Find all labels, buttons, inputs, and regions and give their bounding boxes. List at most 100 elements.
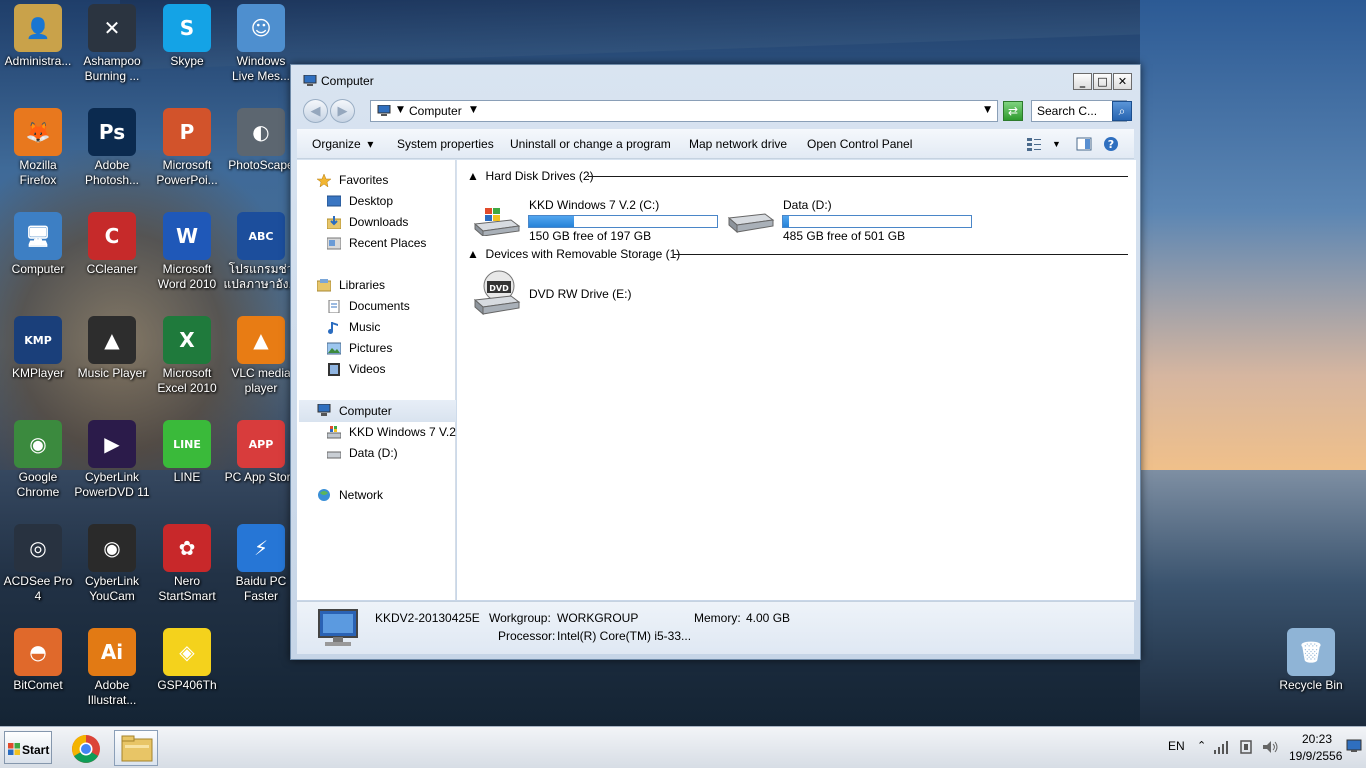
address-dropdown-icon[interactable]: ▼ [984, 105, 991, 115]
desktop-icon-item[interactable]: ✕ Ashampoo Burning ... [74, 4, 150, 84]
nav-downloads[interactable]: Downloads [327, 213, 447, 233]
group-removable-storage[interactable]: ▲ Devices with Removable Storage (1) [467, 247, 680, 261]
desktop-icon-label: Microsoft Word 2010 [157, 262, 217, 291]
show-hidden-icons-icon[interactable]: ⌃ [1197, 739, 1206, 752]
app-icon: ◐ [237, 108, 285, 156]
drive-c-item[interactable]: KKD Windows 7 V.2 (C:) 150 GB free of 19… [473, 196, 723, 243]
map-network-drive-button[interactable]: Map network drive [689, 137, 787, 151]
desktop-icon-item[interactable]: P Microsoft PowerPoi... [149, 108, 225, 188]
language-indicator[interactable]: EN [1168, 739, 1185, 753]
volume-icon[interactable] [1262, 739, 1280, 755]
desktop-icon-item[interactable]: ◐ PhotoScape [223, 108, 299, 173]
desktop-icon-item[interactable]: ✿ Nero StartSmart [149, 524, 225, 604]
desktop-icon-item[interactable]: C CCleaner [74, 212, 150, 277]
desktop-icon-item[interactable]: X Microsoft Excel 2010 [149, 316, 225, 396]
desktop-icon-label: GSP406Th [157, 678, 217, 692]
desktop-icon-item[interactable]: KMP KMPlayer [0, 316, 76, 381]
desktop-icon-item[interactable]: W Microsoft Word 2010 [149, 212, 225, 292]
desktop-icon-item[interactable]: 👤 Administra... [0, 4, 76, 69]
app-icon: ▶ [88, 420, 136, 468]
group-hard-disk-drives[interactable]: ▲ Hard Disk Drives (2) [467, 169, 594, 183]
clock-date[interactable]: 19/9/2556 [1289, 749, 1342, 763]
desktop-icon-item[interactable]: 🖥 Computer [0, 212, 76, 277]
app-icon: ◈ [163, 628, 211, 676]
app-icon: Ps [88, 108, 136, 156]
explorer-window[interactable]: Computer _ □ ✕ ◀ ▶ ▼ Computer ▼ ▼ ⇄ Sear… [290, 64, 1141, 660]
signal-icon[interactable] [1213, 740, 1231, 754]
view-dropdown-icon[interactable]: ▼ [1052, 139, 1061, 149]
desktop-icon-label: PC App Store [224, 470, 298, 484]
desktop-icon-item[interactable]: Ps Adobe Photosh... [74, 108, 150, 188]
nav-videos[interactable]: Videos [327, 360, 447, 380]
safely-remove-icon[interactable] [1238, 739, 1254, 755]
details-pane: KKDV2-20130425E Workgroup: WORKGROUP Mem… [297, 601, 1134, 654]
action-center-icon[interactable] [1346, 739, 1362, 753]
maximize-button[interactable]: □ [1093, 73, 1112, 90]
desktop-icon-item[interactable]: APP PC App Store [223, 420, 299, 485]
music-icon [328, 322, 338, 334]
close-button[interactable]: ✕ [1113, 73, 1132, 90]
nav-music[interactable]: Music [327, 318, 447, 338]
view-options-icon[interactable] [1026, 136, 1042, 152]
desktop-icon-item[interactable]: Ai Adobe Illustrat... [74, 628, 150, 708]
nav-drive-c[interactable]: KKD Windows 7 V.2 [327, 423, 456, 443]
address-bar[interactable]: ▼ Computer ▼ ▼ [370, 100, 998, 122]
wallpaper-sky [1140, 0, 1366, 470]
desktop-icon-item[interactable]: 🦊 Mozilla Firefox [0, 108, 76, 188]
computer-icon [317, 404, 331, 416]
nav-computer[interactable]: Computer [299, 400, 456, 422]
nav-network[interactable]: Network [317, 486, 447, 506]
minimize-button[interactable]: _ [1073, 73, 1092, 90]
desktop-icon-item[interactable]: ◓ BitComet [0, 628, 76, 693]
desktop-icon-item[interactable]: ▲ Music Player [74, 316, 150, 381]
desktop-icon-item[interactable]: ▲ VLC media player [223, 316, 299, 396]
nav-favorites[interactable]: Favorites [317, 171, 447, 191]
breadcrumb-arrow-icon[interactable]: ▼ [397, 105, 404, 115]
app-icon: ▲ [88, 316, 136, 364]
refresh-button[interactable]: ⇄ [1003, 101, 1023, 121]
desktop-icon-item[interactable]: 🗑 Recycle Bin [1273, 628, 1349, 693]
nav-drive-d[interactable]: Data (D:) [327, 444, 447, 464]
open-control-panel-button[interactable]: Open Control Panel [807, 137, 912, 151]
nav-pictures[interactable]: Pictures [327, 339, 447, 359]
desktop-icon-item[interactable]: ABC โปรแกรมช่ว แปลภาษาอัง... [223, 212, 299, 292]
dvd-drive-icon: DVD [473, 270, 521, 316]
taskbar-explorer[interactable] [114, 730, 158, 766]
dvd-drive-item[interactable]: DVD DVD RW Drive (E:) [473, 270, 643, 316]
organize-button[interactable]: Organize ▾ [312, 137, 373, 151]
desktop-icon-item[interactable]: ☺ Windows Live Mes... [223, 4, 299, 84]
group-divider [588, 176, 1128, 177]
forward-button[interactable]: ▶ [330, 99, 355, 123]
start-button[interactable]: Start [4, 731, 52, 764]
help-icon[interactable]: ? [1103, 136, 1119, 152]
app-icon: S [163, 4, 211, 52]
nav-desktop[interactable]: Desktop [327, 192, 447, 212]
breadcrumb[interactable]: Computer [409, 104, 462, 118]
taskbar-chrome[interactable] [64, 730, 108, 766]
nav-documents[interactable]: Documents [327, 297, 447, 317]
app-icon: LINE [163, 420, 211, 468]
title-bar[interactable]: Computer _ □ ✕ [291, 65, 1140, 95]
svg-text:DVD: DVD [489, 284, 509, 293]
desktop-icon-item[interactable]: ▶ CyberLink PowerDVD 11 [74, 420, 150, 500]
clock-time[interactable]: 20:23 [1302, 732, 1332, 746]
desktop-icon-label: Windows Live Mes... [231, 54, 291, 83]
desktop-icon-item[interactable]: ⚡ Baidu PC Faster [223, 524, 299, 604]
desktop-icon-item[interactable]: S Skype [149, 4, 225, 69]
desktop-icon-label: CyberLink YouCam [84, 574, 140, 603]
drive-c-name: KKD Windows 7 V.2 (C:) [529, 198, 660, 212]
breadcrumb-arrow-icon[interactable]: ▼ [470, 105, 477, 115]
search-icon[interactable]: ⌕ [1112, 101, 1132, 121]
desktop-icon-item[interactable]: ◉ CyberLink YouCam [74, 524, 150, 604]
desktop-icon-item[interactable]: ◈ GSP406Th [149, 628, 225, 693]
nav-recent-places[interactable]: Recent Places [327, 234, 447, 254]
desktop-icon-item[interactable]: ◎ ACDSee Pro 4 [0, 524, 76, 604]
desktop-icon-item[interactable]: LINE LINE [149, 420, 225, 485]
preview-pane-icon[interactable] [1076, 136, 1092, 152]
desktop-icon-item[interactable]: ◉ Google Chrome [0, 420, 76, 500]
drive-d-item[interactable]: Data (D:) 485 GB free of 501 GB [727, 196, 977, 243]
uninstall-button[interactable]: Uninstall or change a program [510, 137, 671, 151]
system-properties-button[interactable]: System properties [397, 137, 494, 151]
back-button[interactable]: ◀ [303, 99, 328, 123]
nav-libraries[interactable]: Libraries [317, 276, 447, 296]
